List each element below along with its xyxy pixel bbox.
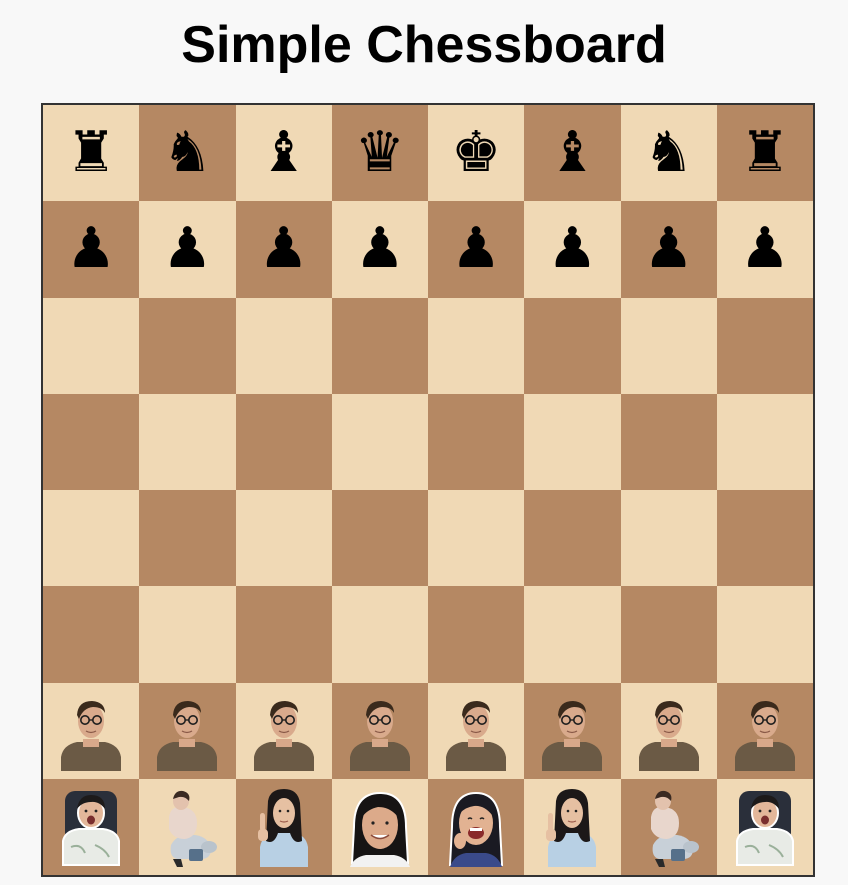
square[interactable] (139, 682, 236, 779)
square[interactable] (428, 297, 525, 394)
square[interactable]: ♟ (620, 201, 717, 298)
black-pawn-icon[interactable]: ♟ (355, 221, 405, 277)
man-glasses-piece-photo[interactable] (729, 691, 801, 771)
chessboard: ♜ ♞ ♝ ♛ ♚ ♝ ♞ ♜ ♟ ♟ ♟ ♟ ♟ ♟ ♟ ♟ (41, 103, 815, 877)
square[interactable] (716, 393, 813, 490)
square[interactable] (331, 682, 428, 779)
square[interactable] (620, 778, 717, 875)
square[interactable] (716, 297, 813, 394)
square[interactable] (428, 586, 525, 683)
square[interactable] (139, 393, 236, 490)
man-glasses-piece-photo[interactable] (248, 691, 320, 771)
man-glasses-piece-photo[interactable] (151, 691, 223, 771)
black-knight-icon[interactable]: ♞ (162, 125, 212, 181)
square[interactable] (716, 490, 813, 587)
woman-laughing-piece-photo[interactable] (440, 787, 512, 867)
square[interactable] (620, 297, 717, 394)
square[interactable] (524, 586, 621, 683)
square[interactable]: ♛ (331, 105, 428, 202)
square[interactable] (43, 393, 140, 490)
square[interactable] (43, 778, 140, 875)
black-rook-icon[interactable]: ♜ (740, 125, 790, 181)
square[interactable] (235, 490, 332, 587)
black-pawn-icon[interactable]: ♟ (66, 221, 116, 277)
man-glasses-piece-photo[interactable] (344, 691, 416, 771)
woman-finger-piece-photo[interactable] (536, 787, 608, 867)
square[interactable]: ♟ (428, 201, 525, 298)
black-pawn-icon[interactable]: ♟ (451, 221, 501, 277)
square[interactable]: ♜ (716, 105, 813, 202)
square[interactable]: ♞ (139, 105, 236, 202)
black-pawn-icon[interactable]: ♟ (259, 221, 309, 277)
black-pawn-icon[interactable]: ♟ (644, 221, 694, 277)
woman-smiling-piece-photo[interactable] (344, 787, 416, 867)
square[interactable] (428, 682, 525, 779)
black-pawn-icon[interactable]: ♟ (162, 221, 212, 277)
square[interactable]: ♟ (43, 201, 140, 298)
woman-horse-piece-photo[interactable] (633, 787, 705, 867)
square[interactable] (428, 778, 525, 875)
man-glasses-piece-photo[interactable] (55, 691, 127, 771)
square[interactable] (139, 778, 236, 875)
woman-chair-piece-photo[interactable] (729, 787, 801, 867)
black-rook-icon[interactable]: ♜ (66, 125, 116, 181)
square[interactable] (139, 490, 236, 587)
black-bishop-icon[interactable]: ♝ (259, 125, 309, 181)
man-glasses-piece-photo[interactable] (633, 691, 705, 771)
page-title: Simple Chessboard (181, 16, 667, 74)
square[interactable]: ♟ (716, 201, 813, 298)
square[interactable] (716, 682, 813, 779)
square[interactable] (524, 778, 621, 875)
black-king-icon[interactable]: ♚ (451, 125, 501, 181)
square[interactable] (235, 778, 332, 875)
square[interactable] (331, 586, 428, 683)
square[interactable] (524, 682, 621, 779)
black-bishop-icon[interactable]: ♝ (547, 125, 597, 181)
square[interactable]: ♟ (235, 201, 332, 298)
square[interactable] (235, 297, 332, 394)
square[interactable]: ♚ (428, 105, 525, 202)
square[interactable] (331, 393, 428, 490)
square[interactable] (620, 586, 717, 683)
square[interactable] (428, 393, 525, 490)
square[interactable] (235, 682, 332, 779)
square[interactable]: ♞ (620, 105, 717, 202)
black-pawn-icon[interactable]: ♟ (547, 221, 597, 277)
square[interactable] (43, 297, 140, 394)
square[interactable]: ♜ (43, 105, 140, 202)
square[interactable] (428, 490, 525, 587)
square[interactable] (716, 586, 813, 683)
square[interactable] (524, 393, 621, 490)
woman-horse-piece-photo[interactable] (151, 787, 223, 867)
square[interactable]: ♟ (331, 201, 428, 298)
black-queen-icon[interactable]: ♛ (355, 125, 405, 181)
black-knight-icon[interactable]: ♞ (644, 125, 694, 181)
square[interactable]: ♝ (235, 105, 332, 202)
square[interactable]: ♟ (524, 201, 621, 298)
square[interactable] (620, 393, 717, 490)
square[interactable] (43, 490, 140, 587)
square[interactable] (331, 490, 428, 587)
woman-chair-piece-photo[interactable] (55, 787, 127, 867)
square[interactable] (524, 297, 621, 394)
square[interactable] (43, 682, 140, 779)
square[interactable] (620, 682, 717, 779)
woman-finger-piece-photo[interactable] (248, 787, 320, 867)
square[interactable] (43, 586, 140, 683)
square[interactable]: ♝ (524, 105, 621, 202)
square[interactable]: ♟ (139, 201, 236, 298)
square[interactable] (235, 393, 332, 490)
square[interactable] (524, 490, 621, 587)
square[interactable] (620, 490, 717, 587)
black-pawn-icon[interactable]: ♟ (740, 221, 790, 277)
square[interactable] (139, 586, 236, 683)
man-glasses-piece-photo[interactable] (536, 691, 608, 771)
square[interactable] (139, 297, 236, 394)
square[interactable] (331, 297, 428, 394)
square[interactable] (331, 778, 428, 875)
square[interactable] (235, 586, 332, 683)
square[interactable] (716, 778, 813, 875)
man-glasses-piece-photo[interactable] (440, 691, 512, 771)
